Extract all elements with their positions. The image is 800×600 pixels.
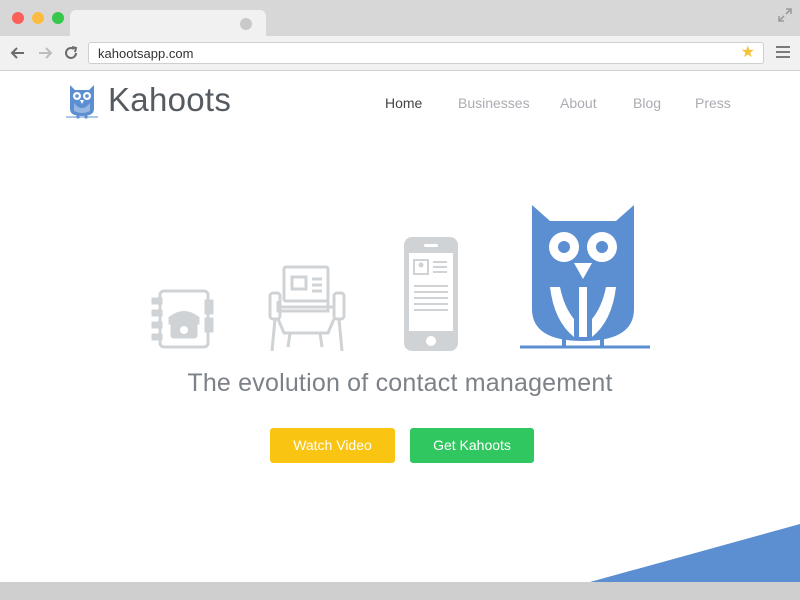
close-window-button[interactable] [12,12,24,24]
back-arrow-icon[interactable] [9,44,27,62]
maximize-window-button[interactable] [52,12,64,24]
get-kahoots-button[interactable]: Get Kahoots [410,428,534,463]
hero-tagline: The evolution of contact management [187,369,613,397]
browser-bottom-bar [0,582,800,600]
nav-home[interactable]: Home [385,95,422,111]
address-bar-url: kahootsapp.com [98,46,194,61]
bookmark-star-icon[interactable]: ★ [741,45,755,61]
tab-close-icon[interactable] [240,18,252,30]
address-book-icon [151,289,214,349]
owl-logo-icon [66,85,98,119]
decorative-blue-wedge [590,524,800,582]
browser-titlebar [0,0,800,36]
nav-press[interactable]: Press [695,95,731,111]
reload-icon[interactable] [62,44,80,62]
rolodex-icon [268,265,346,351]
evolution-illustration [151,205,650,351]
brand-name: Kahoots [108,81,232,118]
address-bar[interactable]: kahootsapp.com ★ [88,42,764,64]
browser-toolbar: kahootsapp.com ★ [0,36,800,71]
smartphone-icon [404,237,458,351]
expand-icon[interactable] [778,8,792,22]
nav-businesses[interactable]: Businesses [458,95,530,111]
web-page: Kahoots Home Businesses About Blog Press [0,71,800,582]
nav-about[interactable]: About [560,95,597,111]
watch-video-button[interactable]: Watch Video [270,428,395,463]
owl-mascot-icon [520,205,650,349]
nav-blog[interactable]: Blog [633,95,661,111]
browser-tab[interactable] [70,10,266,36]
minimize-window-button[interactable] [32,12,44,24]
hamburger-menu-icon[interactable] [776,46,790,58]
forward-arrow-icon[interactable] [36,44,54,62]
